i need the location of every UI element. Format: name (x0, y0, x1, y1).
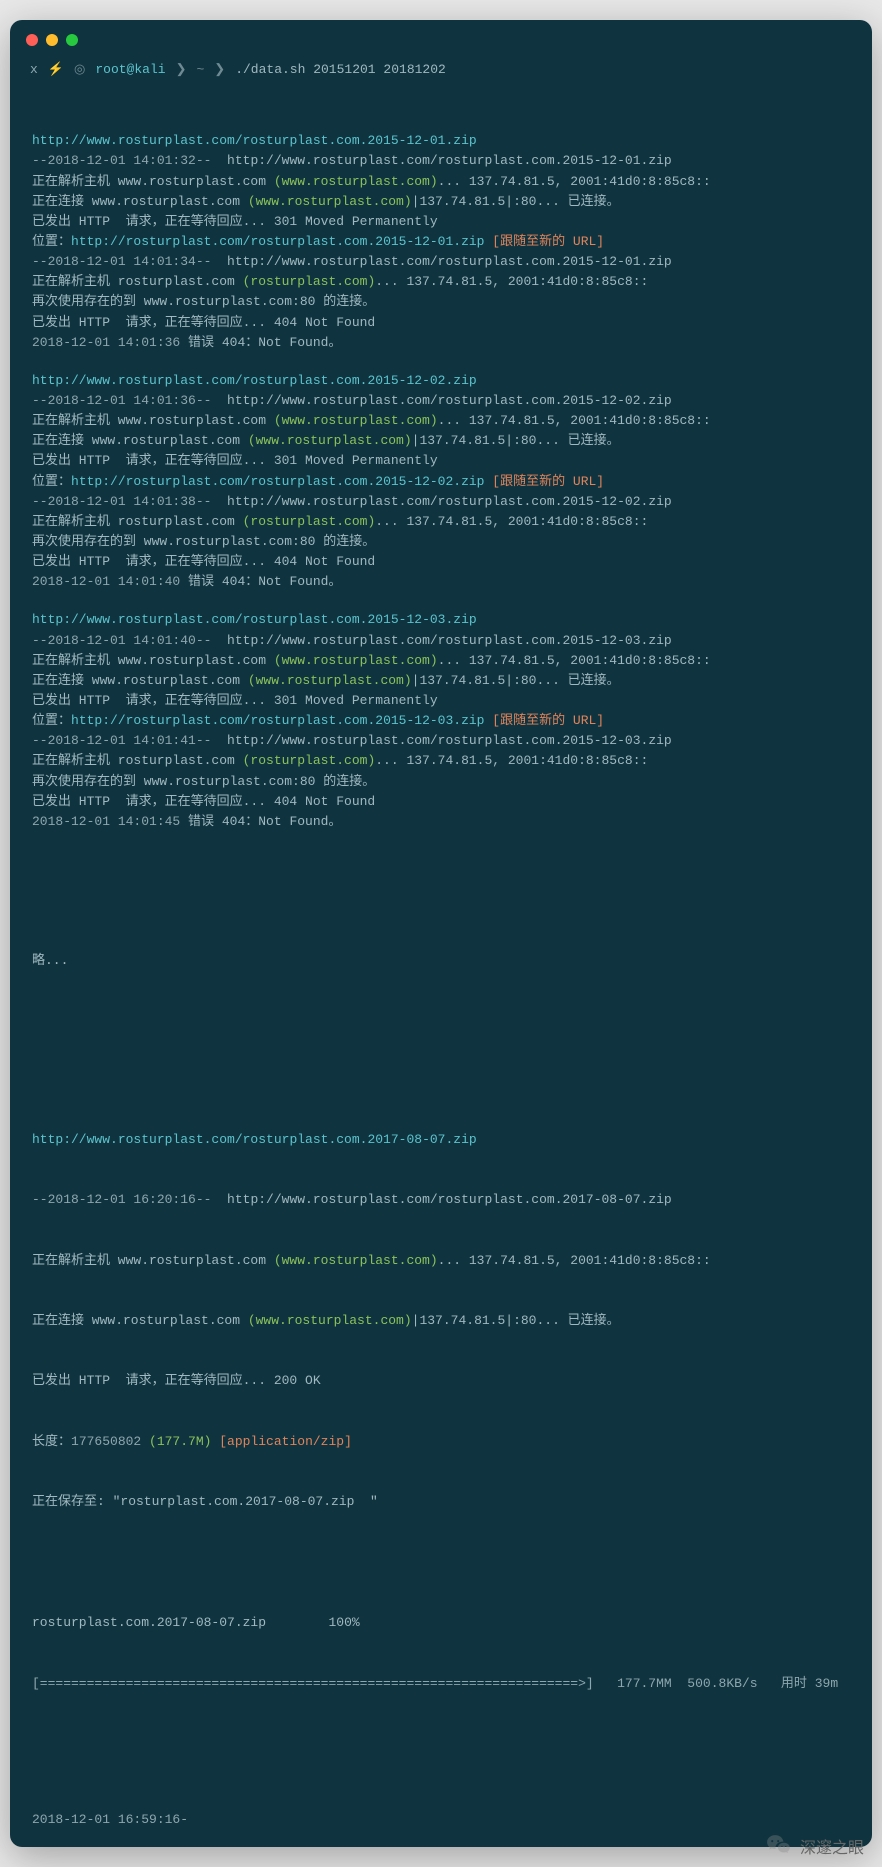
minimize-icon[interactable] (46, 34, 58, 46)
url-line: http://www.rosturplast.com/rosturplast.c… (32, 1130, 850, 1150)
wechat-badge: 深邃之眼 (766, 1833, 864, 1859)
bolt-icon: ⚡ (48, 62, 64, 77)
output-success-block: http://www.rosturplast.com/rosturplast.c… (32, 1089, 850, 1734)
output-block: http://www.rosturplast.com/rosturplast.c… (32, 371, 850, 593)
wechat-text: 深邃之眼 (800, 1834, 864, 1858)
output-block: http://www.rosturplast.com/rosturplast.c… (32, 131, 850, 353)
user-host: root@kali (95, 62, 165, 77)
final-timestamp: 2018-12-01 16:59:16- (10, 1812, 872, 1827)
command-text: ./data.sh 20151201 20181202 (235, 62, 446, 77)
output-block: http://www.rosturplast.com/rosturplast.c… (32, 610, 850, 832)
separator-icon: ❯ (176, 62, 187, 77)
url-line: http://www.rosturplast.com/rosturplast.c… (32, 131, 850, 151)
prompt-x: x (30, 62, 38, 77)
title-bar (10, 20, 872, 54)
output-ellipsis: 略... (32, 951, 850, 971)
ring-icon: ◎ (74, 62, 85, 77)
close-icon[interactable] (26, 34, 38, 46)
prompt-line[interactable]: x ⚡ ◎ root@kali ❯ ~ ❯ ./data.sh 20151201… (10, 54, 872, 91)
terminal-window: x ⚡ ◎ root@kali ❯ ~ ❯ ./data.sh 20151201… (10, 20, 872, 1847)
wechat-icon (766, 1833, 792, 1859)
url-line: http://www.rosturplast.com/rosturplast.c… (32, 371, 850, 391)
cwd: ~ (196, 62, 204, 77)
url-line: http://www.rosturplast.com/rosturplast.c… (32, 610, 850, 630)
separator-icon: ❯ (214, 62, 225, 77)
terminal-output[interactable]: http://www.rosturplast.com/rosturplast.c… (10, 91, 872, 1800)
progress-bar: [=======================================… (32, 1674, 850, 1694)
maximize-icon[interactable] (66, 34, 78, 46)
